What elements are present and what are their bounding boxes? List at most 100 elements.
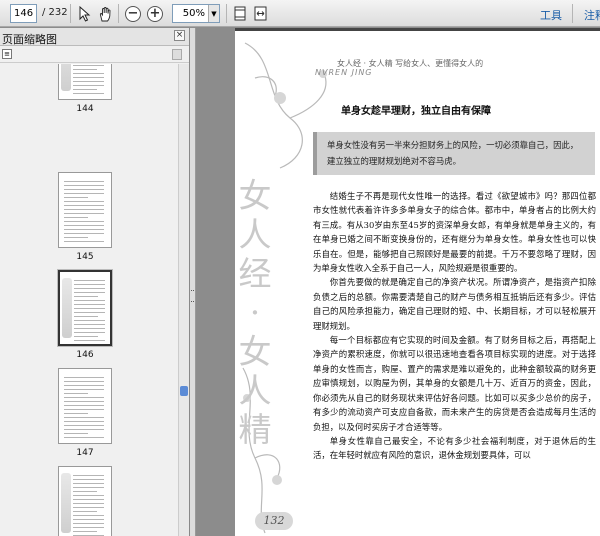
- toolbar-divider: [70, 4, 71, 23]
- panel-header: 页面缩略图 ×: [0, 28, 189, 46]
- thumbnail-text-line: [74, 332, 105, 333]
- thumbnail-text-line: [73, 89, 97, 90]
- thumbnail-text-line: [73, 81, 104, 82]
- thumbnail-text-line: [73, 507, 104, 508]
- fit-width-icon[interactable]: [251, 4, 269, 23]
- thumbnail-text-line: [73, 77, 104, 78]
- zoom-level-select[interactable]: 50% ▼: [172, 4, 220, 23]
- page-thumbnail[interactable]: [57, 269, 113, 347]
- thumbnail-text-line: [64, 409, 104, 410]
- thumbnail-text-line: [74, 312, 105, 313]
- thumbnail-text-line: [73, 479, 104, 480]
- splitter-grip-icon[interactable]: [191, 290, 194, 302]
- page-thumbnail[interactable]: [58, 368, 112, 444]
- thumbnail-text-line: [74, 340, 105, 341]
- thumbnail-text-line: [64, 397, 104, 398]
- thumbnail-text-line: [64, 221, 104, 222]
- thumbnail-list[interactable]: 144145146147148: [0, 64, 178, 536]
- thumbnail-text-line: [74, 292, 105, 293]
- thumbnail-text-line: [73, 503, 104, 504]
- thumbnail-text-line: [64, 421, 104, 422]
- thumbnail-text-line: [64, 389, 104, 390]
- thumbnail-text-line: [64, 417, 104, 418]
- thumbnail-text-line: [73, 523, 104, 524]
- page-thumbnail[interactable]: [58, 172, 112, 248]
- panel-options-bar: ≡: [0, 46, 189, 63]
- thumbnail-text-line: [74, 316, 98, 317]
- thumbnail-text-line: [64, 229, 104, 230]
- thumbnail-scrollbar[interactable]: [178, 64, 189, 536]
- panel-splitter[interactable]: [190, 28, 196, 536]
- paragraph: 每一个目标都应有它实现的时间及金额。有了财务目标之后，再搭配上净资产的累积速度，…: [313, 335, 596, 432]
- toolbar-divider: [572, 4, 573, 23]
- chevron-down-icon: ▼: [208, 5, 219, 22]
- thumbnail-text-line: [64, 181, 104, 182]
- thumbnail-label: 147: [76, 448, 94, 458]
- thumbnail-text-line: [74, 296, 98, 297]
- thumbnail-text-line: [64, 413, 88, 414]
- quote-box: 单身女性没有另一半来分担财务上的风险，一切必须靠自己，因此，建立独立的理财规划绝…: [313, 132, 595, 175]
- options-menu-icon[interactable]: ≡: [2, 49, 12, 59]
- thumbnail-text-line: [64, 209, 104, 210]
- toolbar-divider: [118, 4, 119, 23]
- thumbnail-text-line: [73, 69, 97, 70]
- scrollbar-thumb[interactable]: [180, 386, 188, 396]
- thumbnail-text-line: [64, 377, 104, 378]
- thumbnail-text-line: [73, 73, 104, 74]
- fit-page-icon[interactable]: [231, 4, 249, 23]
- thumbnail-text-line: [64, 405, 104, 406]
- thumbnail-text-line: [64, 205, 104, 206]
- select-cursor-icon[interactable]: [76, 4, 94, 23]
- thumbnail-text-line: [74, 284, 105, 285]
- thumbnail-text-line: [64, 201, 104, 202]
- thumbnail-label: 145: [76, 252, 94, 262]
- page-number-badge: 132: [255, 512, 293, 530]
- thumbnail-text-line: [64, 433, 88, 434]
- thumbnail-text-line: [73, 511, 97, 512]
- thumbnail-text-line: [64, 425, 104, 426]
- thumbnail-text-line: [73, 487, 104, 488]
- thumbnail-text-line: [74, 324, 105, 325]
- panel-title: 页面缩略图: [2, 33, 57, 46]
- minus-icon: −: [125, 5, 141, 22]
- thumbnail-text-line: [64, 401, 104, 402]
- zoom-in-button[interactable]: +: [146, 4, 164, 23]
- quote-text: 单身女性没有另一半来分担财务上的风险，一切必须靠自己，因此，建立独立的理财规划绝…: [327, 140, 579, 166]
- thumbnail-panel: 页面缩略图 × ≡ 144145146147148: [0, 28, 190, 536]
- paragraph: 单身女性靠自己最安全，不论有多少社会福利制度，对于退休后的生活，在年轻时就应有风…: [313, 435, 596, 461]
- paragraph: 你首先要做的就是确定自己的净资产状况。所谓净资产，是指资产扣除负债之后的总额。你…: [313, 277, 596, 331]
- page-total-label: / 232: [42, 7, 68, 18]
- trash-icon[interactable]: [172, 49, 182, 60]
- thumbnail-text-line: [74, 308, 105, 309]
- thumbnail-ornament: [61, 473, 71, 533]
- thumbnail-text-line: [64, 241, 104, 242]
- thumbnail-text-line: [64, 385, 104, 386]
- thumbnail-text-line: [73, 85, 104, 86]
- page-number-input[interactable]: [10, 4, 37, 23]
- paragraph: 结婚生子不再是现代女性唯一的选择。看过《欲望城市》吗？那四位都市女性就代表着许许…: [313, 191, 596, 274]
- tools-menu-link[interactable]: 工具: [540, 7, 562, 23]
- thumbnail-text-line: [74, 300, 105, 301]
- thumbnail-text-line: [64, 381, 104, 382]
- thumbnail-text-line: [64, 233, 104, 234]
- section-title: 单身女趁早理财，独立自由有保障: [341, 106, 491, 117]
- page-thumbnail[interactable]: [58, 466, 112, 536]
- thumbnail-text-line: [64, 213, 104, 214]
- thumbnail-text-line: [73, 515, 104, 516]
- thumbnail-text-line: [73, 531, 97, 532]
- hand-tool-icon[interactable]: [96, 4, 114, 23]
- thumbnail-label: 144: [76, 104, 94, 114]
- comment-menu-link[interactable]: 注释: [584, 7, 600, 23]
- vertical-book-title: 女人经·女人精: [238, 176, 272, 449]
- thumbnail-text-line: [73, 495, 104, 496]
- thumbnail-text-line: [64, 237, 88, 238]
- thumbnail-text-line: [73, 93, 104, 94]
- thumbnail-text-line: [74, 280, 105, 281]
- page-thumbnail[interactable]: [58, 64, 112, 100]
- plus-icon: +: [147, 5, 163, 22]
- zoom-out-button[interactable]: −: [124, 4, 142, 23]
- thumbnail-text-line: [73, 527, 104, 528]
- page-top-rule: [235, 28, 600, 31]
- toolbar-divider: [226, 4, 227, 23]
- close-icon[interactable]: ×: [174, 30, 185, 41]
